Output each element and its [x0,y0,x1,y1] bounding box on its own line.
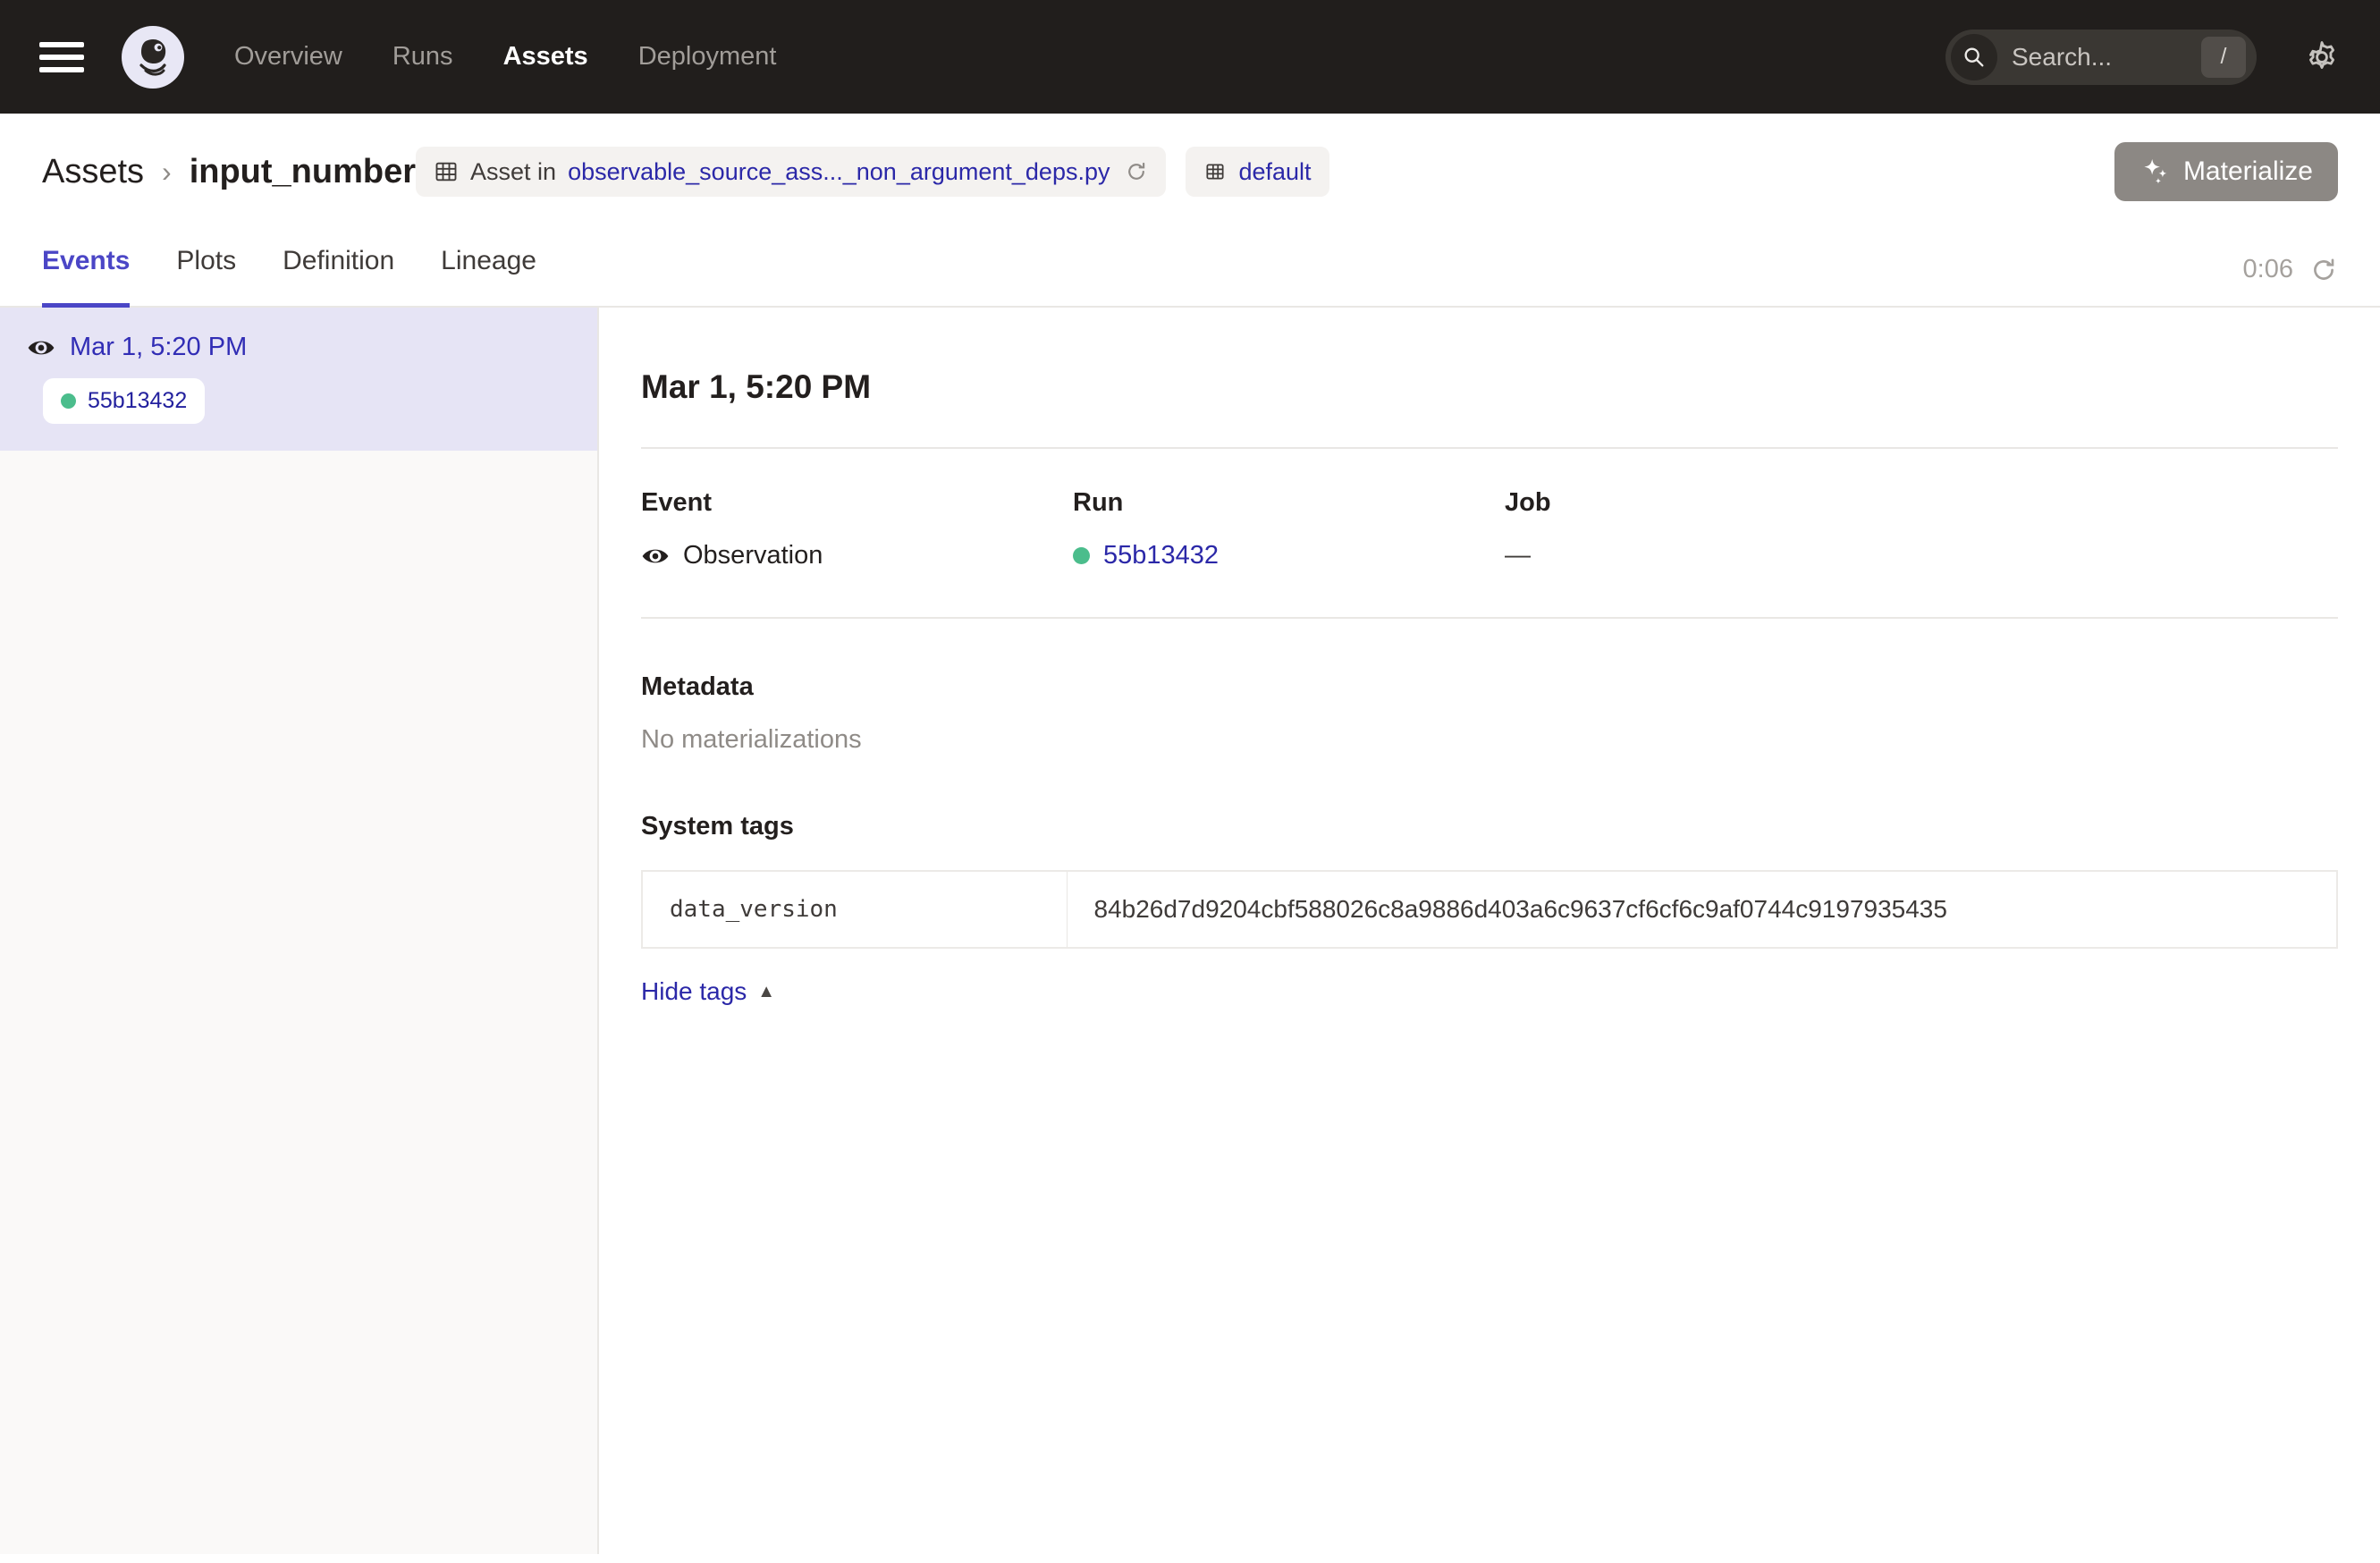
materialize-label: Materialize [2183,156,2313,187]
table-grid-icon [434,159,459,184]
table-row: data_version 84b26d7d9204cbf588026c8a988… [642,871,2337,948]
search-input[interactable] [2012,43,2201,72]
reload-icon [1125,160,1148,183]
run-id-link[interactable]: 55b13432 [1103,541,1219,570]
asset-in-label: Asset in [470,158,556,186]
refresh-countdown: 0:06 [2243,255,2293,284]
nav-link-overview[interactable]: Overview [234,42,342,72]
breadcrumb-separator: › [162,156,172,189]
search-icon [1951,34,1997,80]
system-tags-heading: System tags [641,812,2338,841]
system-tags-table: data_version 84b26d7d9204cbf588026c8a988… [641,870,2338,949]
caret-up-icon: ▲ [757,982,775,1002]
divider [641,617,2338,619]
page-title: input_number [190,153,416,191]
materialize-button[interactable]: Materialize [2114,142,2338,201]
event-date-link: Mar 1, 5:20 PM [70,333,247,362]
nav-link-deployment[interactable]: Deployment [638,42,777,72]
event-list-sidebar: Mar 1, 5:20 PM 55b13432 [0,308,599,1554]
metadata-heading: Metadata [641,672,2338,702]
observation-eye-icon [27,334,55,362]
refresh-icon [2309,256,2338,284]
event-detail-panel: Mar 1, 5:20 PM Event Observation Run [599,308,2380,1554]
content-area: Mar 1, 5:20 PM 55b13432 Mar 1, 5:20 PM E… [0,308,2380,1554]
reload-definition-button[interactable] [1125,160,1148,183]
event-column: Event Observation [641,488,1073,570]
nav-link-runs[interactable]: Runs [392,42,453,72]
asset-definition-pill: Asset in observable_source_ass..._non_ar… [416,147,1166,197]
asset-file-link[interactable]: observable_source_ass..._non_argument_de… [568,158,1110,186]
event-type-value: Observation [683,541,823,570]
top-nav: Overview Runs Assets Deployment / [0,0,2380,114]
tab-plots[interactable]: Plots [176,223,236,308]
asset-tabs: Events Plots Definition Lineage 0:06 [0,223,2380,308]
breadcrumb-assets-link[interactable]: Assets [42,153,144,191]
nav-links: Overview Runs Assets Deployment [234,42,776,72]
settings-button[interactable] [2303,38,2341,76]
event-list-item[interactable]: Mar 1, 5:20 PM 55b13432 [0,308,597,451]
run-success-dot [1073,547,1090,564]
divider [641,447,2338,449]
run-success-dot [61,393,76,409]
breadcrumb: Assets › input_number [42,153,416,191]
job-empty-value: — [1505,541,1531,570]
run-column-label: Run [1073,488,1505,518]
run-id-chip[interactable]: 55b13432 [43,378,205,424]
refresh-button[interactable] [2309,256,2338,284]
tab-definition[interactable]: Definition [283,223,394,308]
job-column-label: Job [1505,488,1937,518]
nav-link-assets[interactable]: Assets [503,42,588,72]
hide-tags-label: Hide tags [641,977,747,1006]
tag-key-cell: data_version [642,871,1067,948]
search-bar[interactable]: / [1945,30,2257,85]
metadata-empty-text: No materializations [641,725,2338,755]
tab-lineage[interactable]: Lineage [441,223,536,308]
hamburger-menu-icon[interactable] [39,38,91,77]
group-default-link[interactable]: default [1238,158,1311,186]
gear-icon [2303,38,2341,76]
sparkles-icon [2139,156,2170,187]
tag-value-cell: 84b26d7d9204cbf588026c8a9886d403a6c9637c… [1067,871,2337,948]
asset-group-pill: default [1186,147,1329,197]
run-id-label: 55b13432 [88,388,187,414]
slash-shortcut-key: / [2201,37,2246,78]
job-column: Job — [1505,488,1937,570]
page-header: Assets › input_number Asset in observabl… [0,114,2380,223]
event-column-label: Event [641,488,1073,518]
tab-events[interactable]: Events [42,223,130,308]
asset-group-icon [1203,160,1227,183]
hide-tags-link[interactable]: Hide tags ▲ [641,977,775,1006]
event-title: Mar 1, 5:20 PM [641,368,2338,406]
octopus-logo-icon [131,36,174,79]
observation-eye-icon [641,542,670,570]
run-column: Run 55b13432 [1073,488,1505,570]
dagster-logo[interactable] [122,26,184,89]
